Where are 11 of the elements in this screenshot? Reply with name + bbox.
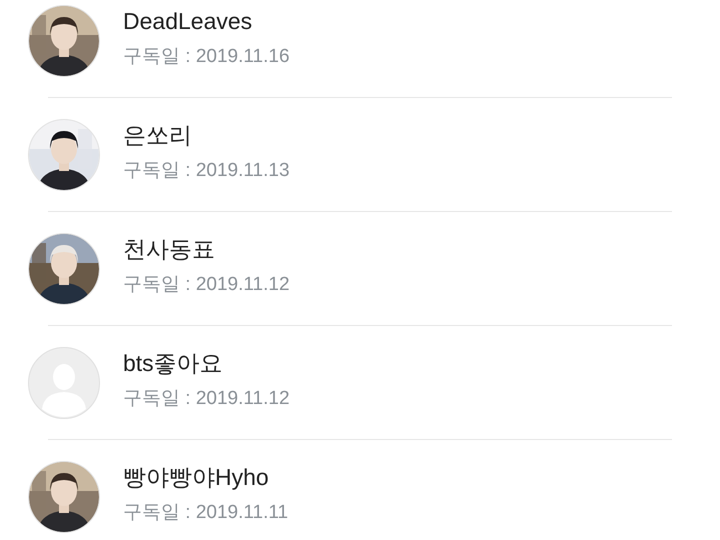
subscriber-name: 빵야빵야Hyho [123, 464, 270, 490]
subscribe-date: 구독일 : 2019.11.11 [123, 502, 288, 524]
subscribe-date: 구독일 : 2019.11.12 [123, 274, 290, 296]
subscriber-name: 은쏘리 [123, 122, 193, 148]
subscriber-name: DeadLeaves [123, 8, 254, 34]
subscribe-date: 구독일 : 2019.11.13 [123, 160, 290, 182]
subscriber-name: bts좋아요 [123, 350, 224, 376]
subscribe-date: 구독일 : 2019.11.12 [123, 388, 290, 410]
default-avatar-icon [28, 347, 100, 419]
subscriber-name: 천사동표 [123, 236, 216, 262]
subscribe-date: 구독일 : 2019.11.16 [123, 46, 290, 68]
